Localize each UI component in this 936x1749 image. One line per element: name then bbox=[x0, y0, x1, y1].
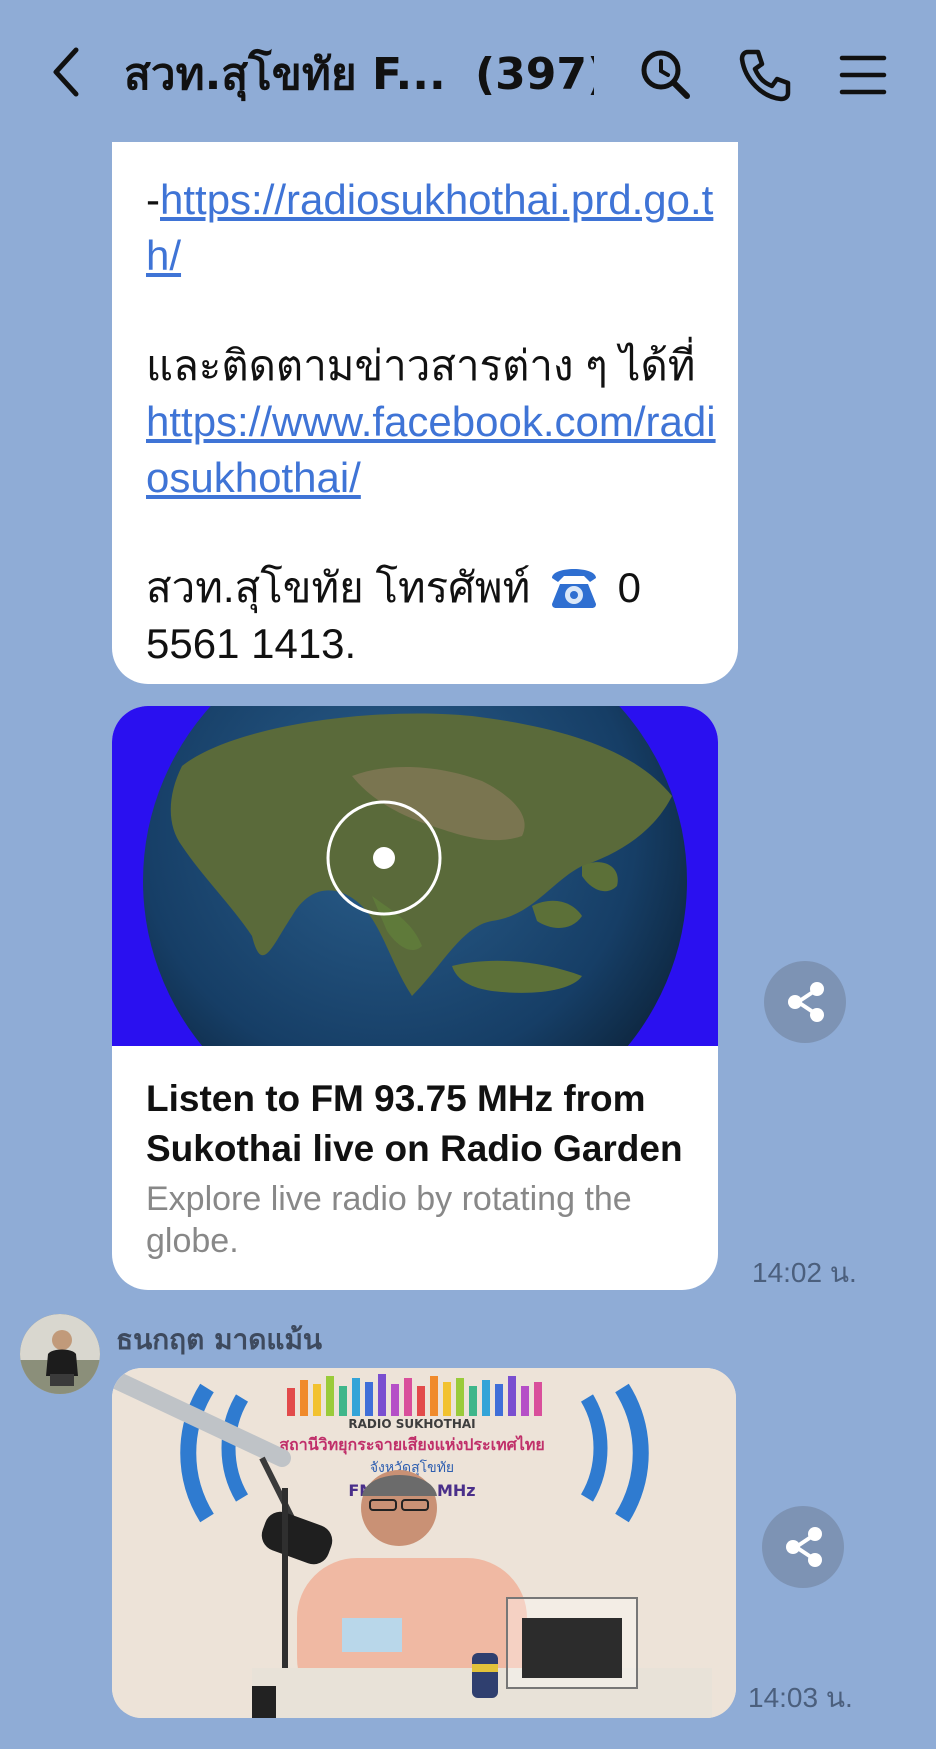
facebook-link[interactable]: https://www.facebook.com/radiosukhothai/ bbox=[146, 398, 716, 501]
website-link[interactable]: https://radiosukhothai.prd.go.th/ bbox=[146, 176, 713, 279]
timestamp-1: 14:02 น. bbox=[752, 1257, 857, 1288]
group-name: สวท.สุโขทัย F... bbox=[124, 49, 446, 100]
link-preview-card[interactable]: Listen to FM 93.75 MHz from Sukothai liv… bbox=[112, 706, 718, 1290]
banner-top-text: RADIO SUKHOTHAI bbox=[348, 1417, 475, 1431]
sender-name: ธนกฤต มาดแม้น bbox=[116, 1323, 323, 1356]
contact-text: สวท.สุโขทัย โทรศัพท์ bbox=[146, 564, 531, 611]
contact-block: สวท.สุโขทัย โทรศัพท์ 0 5561 1413. bbox=[146, 560, 716, 672]
follow-text: และติดตามข่าวสารต่าง ๆ ได้ที่ bbox=[146, 342, 696, 389]
card-description: Explore live radio by rotating the globe… bbox=[146, 1180, 632, 1260]
chat-title[interactable]: สวท.สุโขทัย F... (397) bbox=[124, 40, 594, 110]
banner-name-text: สถานีวิทยุกระจายเสียงแห่งประเทศไทย bbox=[279, 1435, 544, 1455]
back-arrow-icon[interactable] bbox=[44, 42, 94, 102]
timestamp-2: 14:03 น. bbox=[748, 1682, 853, 1713]
facebook-link-block: https://www.facebook.com/radiosukhothai/ bbox=[146, 394, 716, 506]
chat-header: สวท.สุโขทัย F... (397) bbox=[0, 0, 936, 150]
member-count: (397) bbox=[475, 49, 594, 100]
menu-icon[interactable] bbox=[828, 40, 898, 110]
telephone-emoji-icon bbox=[546, 560, 602, 610]
phone-icon[interactable] bbox=[730, 40, 800, 110]
message-bubble: -https://radiosukhothai.prd.go.th/ และติ… bbox=[112, 142, 738, 684]
avatar[interactable] bbox=[20, 1314, 100, 1394]
dash-text: - bbox=[146, 176, 160, 223]
share-icon bbox=[786, 1527, 822, 1567]
search-icon[interactable] bbox=[630, 40, 700, 110]
share-button-1[interactable] bbox=[764, 961, 846, 1043]
share-button-2[interactable] bbox=[762, 1506, 844, 1588]
card-title: Listen to FM 93.75 MHz from Sukothai liv… bbox=[146, 1078, 683, 1169]
globe-map-image bbox=[112, 706, 718, 1146]
link-block-1: -https://radiosukhothai.prd.go.th/ bbox=[146, 172, 716, 284]
radio-studio-photo[interactable]: RADIO SUKHOTHAI สถานีวิทยุกระจายเสียงแห่… bbox=[112, 1368, 736, 1718]
share-icon bbox=[788, 982, 824, 1022]
